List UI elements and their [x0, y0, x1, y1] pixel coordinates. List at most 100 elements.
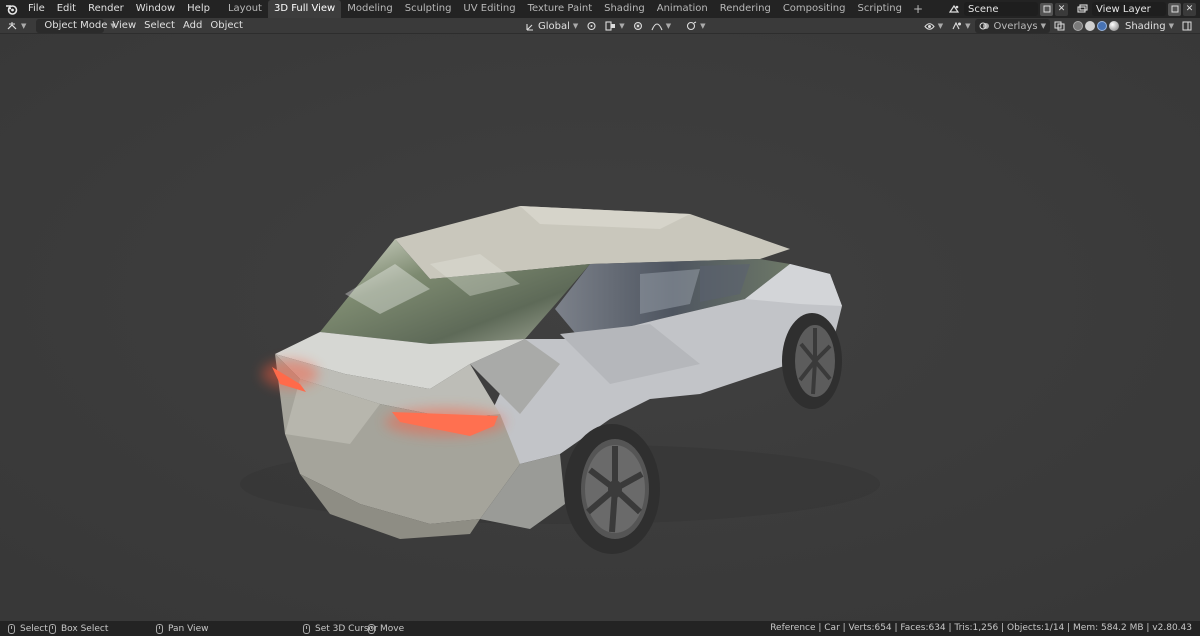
falloff-curve-icon	[651, 23, 663, 31]
viewport-header: ▼ Object Mode ▼ View Select Add Object G…	[0, 18, 1200, 34]
menu-render[interactable]: Render	[82, 0, 130, 18]
delete-scene-icon[interactable]: ✕	[1055, 2, 1068, 16]
view-layer-field[interactable]: View Layer	[1092, 2, 1166, 16]
menu-help[interactable]: Help	[181, 0, 216, 18]
tab-rendering[interactable]: Rendering	[714, 0, 777, 18]
mouse-middle-icon	[156, 623, 163, 634]
top-bar: File Edit Render Window Help Layout 3D F…	[0, 0, 1200, 18]
new-view-layer-icon[interactable]	[1168, 2, 1181, 16]
chevron-down-icon: ▼	[937, 22, 944, 30]
xray-icon	[1054, 21, 1065, 31]
mouse-move-icon	[368, 623, 375, 634]
mouse-drag-icon	[49, 623, 56, 634]
status-pan-view: Pan View	[156, 623, 209, 634]
status-bar: Select Box Select Pan View Set 3D Cursor…	[0, 621, 1200, 636]
menu-view[interactable]: View	[108, 19, 140, 33]
object-types-visibility-button[interactable]: ▼	[920, 19, 947, 33]
xray-toggle-button[interactable]	[1050, 19, 1069, 33]
scene-icon[interactable]	[948, 3, 961, 16]
editor-type-icon	[7, 21, 17, 29]
chevron-down-icon: ▼	[1168, 22, 1174, 30]
tab-modeling[interactable]: Modeling	[341, 0, 399, 18]
shading-popover-button[interactable]: Shading ▼	[1121, 19, 1178, 33]
scene-field[interactable]: Scene	[964, 2, 1038, 16]
proportional-edit-button[interactable]	[629, 19, 647, 33]
new-scene-icon[interactable]	[1040, 2, 1053, 16]
tab-uv-editing[interactable]: UV Editing	[457, 0, 521, 18]
wireframe-shading-icon[interactable]	[1072, 21, 1083, 31]
chevron-down-icon: ▼	[572, 22, 579, 30]
status-select-label: Select	[20, 623, 48, 634]
proportional-edit-icon	[633, 22, 642, 30]
gizmo-toggle-icon	[952, 21, 962, 30]
chevron-down-icon: ▼	[665, 22, 672, 30]
gizmos-toggle-button[interactable]: ▼	[947, 19, 974, 33]
falloff-button[interactable]: ▼	[647, 19, 675, 33]
solid-shading-icon[interactable]	[1084, 21, 1095, 31]
lookdev-shading-icon[interactable]	[1096, 21, 1107, 31]
view-layer-icon[interactable]	[1076, 3, 1089, 16]
scene-statistics: Reference | Car | Verts:654 | Faces:634 …	[770, 623, 1192, 633]
car-render	[0, 34, 1200, 621]
editor-type-button[interactable]: ▼	[3, 19, 30, 33]
blender-logo-icon[interactable]	[0, 0, 22, 18]
chevron-down-icon: ▼	[965, 22, 971, 30]
chevron-down-icon: ▼	[619, 22, 625, 30]
transform-controls: Global ▼ ▼ ▼ ▼	[521, 19, 709, 33]
status-move-label: Move	[380, 623, 405, 634]
tab-animation[interactable]: Animation	[651, 0, 714, 18]
menu-object[interactable]: Object	[206, 19, 247, 33]
menu-edit[interactable]: Edit	[51, 0, 82, 18]
gizmo-icon	[687, 21, 697, 31]
chevron-down-icon: ▼	[700, 22, 706, 30]
menu-window[interactable]: Window	[130, 0, 181, 18]
status-move: Move	[368, 623, 405, 634]
tab-texture-paint[interactable]: Texture Paint	[522, 0, 599, 18]
overlays-label: Overlays	[993, 20, 1038, 32]
orientation-label: Global	[538, 20, 570, 32]
orientation-selector[interactable]: Global ▼	[521, 19, 582, 33]
status-box-select-label: Box Select	[61, 623, 109, 634]
gizmo-button[interactable]: ▼	[681, 19, 709, 33]
menu-add[interactable]: Add	[179, 19, 206, 33]
overlays-button[interactable]: Overlays ▼	[974, 19, 1050, 33]
workspace-tabs: Layout 3D Full View Modeling Sculpting U…	[222, 0, 928, 18]
view-layer-name: View Layer	[1096, 3, 1151, 15]
scene-name: Scene	[968, 3, 999, 15]
menu-file[interactable]: File	[22, 0, 51, 18]
status-select: Select	[8, 623, 48, 634]
shading-label: Shading	[1124, 20, 1166, 32]
tab-shading[interactable]: Shading	[598, 0, 651, 18]
tab-sculpting[interactable]: Sculpting	[399, 0, 458, 18]
pivot-icon	[587, 21, 596, 31]
orientation-icon	[526, 24, 533, 31]
snap-icon	[605, 21, 616, 31]
mouse-right-icon	[303, 623, 310, 634]
mouse-left-icon	[8, 623, 15, 634]
add-workspace-button[interactable]: +	[908, 0, 928, 18]
rendered-shading-icon[interactable]	[1108, 21, 1119, 31]
status-box-select: Box Select	[49, 623, 109, 634]
overlays-icon	[979, 22, 989, 30]
shading-modes	[1069, 19, 1121, 33]
mode-selector[interactable]: Object Mode ▼	[36, 18, 116, 33]
tab-scripting[interactable]: Scripting	[852, 0, 908, 18]
status-pan-view-label: Pan View	[168, 623, 209, 634]
mode-label: Object Mode	[44, 20, 108, 31]
tab-compositing[interactable]: Compositing	[777, 0, 852, 18]
snap-button[interactable]: ▼	[601, 19, 628, 33]
viewport-display-controls: ▼ ▼ Overlays ▼ Shading ▼	[920, 19, 1196, 33]
status-set-cursor: Set 3D Cursor	[303, 623, 378, 634]
pivot-point-button[interactable]	[582, 19, 601, 33]
sidebar-toggle-button[interactable]	[1178, 19, 1196, 33]
eye-icon	[924, 22, 935, 30]
delete-view-layer-icon[interactable]: ✕	[1183, 2, 1196, 16]
chevron-down-icon: ▼	[21, 21, 27, 30]
chevron-down-icon: ▼	[1040, 22, 1046, 30]
sidebar-toggle-icon	[1182, 21, 1192, 31]
menu-select[interactable]: Select	[140, 19, 179, 33]
3d-viewport[interactable]	[0, 34, 1200, 621]
tab-layout[interactable]: Layout	[222, 0, 268, 18]
tab-3d-full-view[interactable]: 3D Full View	[267, 0, 342, 18]
scene-controls: Scene ✕ View Layer ✕	[946, 0, 1200, 18]
